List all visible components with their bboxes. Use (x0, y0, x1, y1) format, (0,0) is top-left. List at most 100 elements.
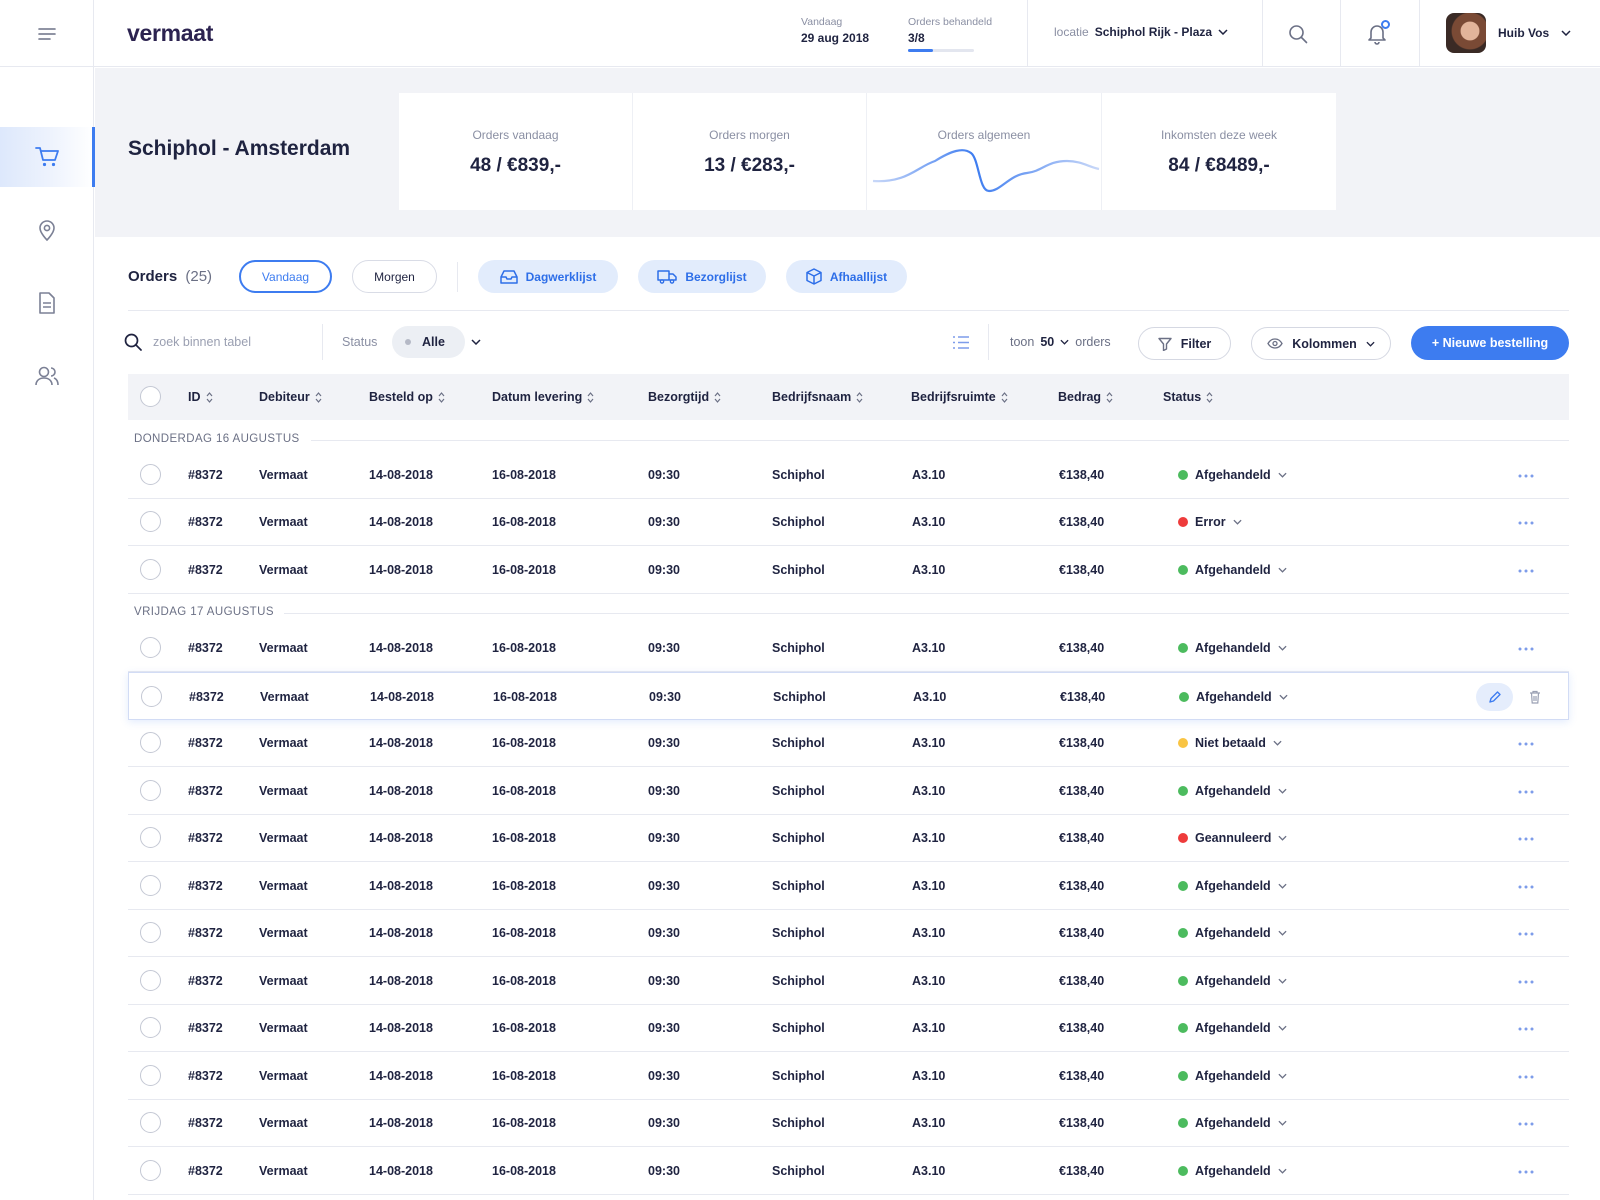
logo[interactable]: vermaat (127, 20, 213, 47)
status-dot (1178, 881, 1188, 891)
status-dropdown[interactable]: Afgehandeld (1178, 784, 1287, 798)
column-header-bedrijfsnaam[interactable]: Bedrijfsnaam (772, 390, 863, 404)
more-options-button[interactable] (1518, 781, 1534, 799)
row-checkbox[interactable] (140, 1160, 161, 1181)
column-header-bezorgtijd[interactable]: Bezorgtijd (648, 390, 721, 404)
bezorglijst-button[interactable]: Bezorglijst (638, 260, 766, 293)
status-dropdown[interactable]: Afgehandeld (1178, 1069, 1287, 1083)
column-header-bedrag[interactable]: Bedrag (1058, 390, 1113, 404)
status-dropdown[interactable]: Afgehandeld (1178, 1021, 1287, 1035)
table-row[interactable]: #8372 Vermaat 14-08-2018 16-08-2018 09:30 Sch… (128, 1004, 1569, 1052)
cell-bedrijfsruimte: A3.10 (912, 641, 946, 655)
edit-button[interactable] (1476, 683, 1513, 711)
table-row[interactable]: #8372 Vermaat 14-08-2018 16-08-2018 09:30 Sch… (128, 1099, 1569, 1147)
select-all-checkbox[interactable] (140, 386, 161, 407)
table-row[interactable]: #8372 Vermaat 14-08-2018 16-08-2018 09:30 Sch… (128, 957, 1569, 1005)
row-checkbox[interactable] (140, 637, 161, 658)
table-row[interactable]: #8372 Vermaat 14-08-2018 16-08-2018 09:30 Sch… (128, 1147, 1569, 1195)
row-checkbox[interactable] (140, 970, 161, 991)
divider (1262, 0, 1263, 67)
row-checkbox[interactable] (140, 559, 161, 580)
status-dropdown[interactable]: Afgehandeld (1178, 563, 1287, 577)
sidebar-item-documents[interactable] (0, 273, 94, 333)
more-options-button[interactable] (1518, 560, 1534, 578)
page-size-selector[interactable]: toon 50 orders (1010, 335, 1111, 349)
new-order-button[interactable]: + Nieuwe bestelling (1411, 326, 1569, 360)
filter-button[interactable]: Filter (1138, 327, 1231, 360)
column-header-bedrijfsruimte[interactable]: Bedrijfsruimte (911, 390, 1008, 404)
row-checkbox[interactable] (140, 1112, 161, 1133)
more-options-button[interactable] (1518, 876, 1534, 894)
status-dropdown[interactable]: Afgehandeld (1179, 690, 1288, 704)
column-header-status[interactable]: Status (1163, 390, 1213, 404)
status-dropdown[interactable]: Geannuleerd (1178, 831, 1287, 845)
dagwerklijst-button[interactable]: Dagwerklijst (478, 260, 618, 293)
status-filter-select[interactable]: Alle (392, 326, 465, 358)
table-row[interactable]: #8372 Vermaat 14-08-2018 16-08-2018 09:30 Sch… (128, 451, 1569, 499)
row-checkbox[interactable] (140, 922, 161, 943)
table-search[interactable]: zoek binnen tabel (124, 333, 251, 351)
table-row[interactable]: #8372 Vermaat 14-08-2018 16-08-2018 09:30 Sch… (128, 862, 1569, 910)
cell-besteld-op: 14-08-2018 (369, 879, 433, 893)
row-checkbox[interactable] (140, 732, 161, 753)
location-selector[interactable]: locatie Schiphol Rijk - Plaza (1054, 25, 1228, 39)
table-row[interactable]: #8372 Vermaat 14-08-2018 16-08-2018 09:30 Sch… (128, 767, 1569, 815)
status-dropdown[interactable]: Afgehandeld (1178, 641, 1287, 655)
status-dropdown[interactable]: Afgehandeld (1178, 974, 1287, 988)
tab-morgen[interactable]: Morgen (352, 260, 437, 293)
more-options-button[interactable] (1518, 733, 1534, 751)
kolommen-button[interactable]: Kolommen (1251, 327, 1391, 360)
status-dropdown[interactable]: Afgehandeld (1178, 879, 1287, 893)
more-options-button[interactable] (1518, 1018, 1534, 1036)
status-dropdown[interactable]: Afgehandeld (1178, 926, 1287, 940)
row-checkbox[interactable] (140, 1065, 161, 1086)
list-view-icon[interactable] (953, 336, 969, 349)
row-checkbox[interactable] (140, 780, 161, 801)
table-row[interactable]: #8372 Vermaat 14-08-2018 16-08-2018 09:30 Sch… (128, 546, 1569, 594)
table-row[interactable]: #8372 Vermaat 14-08-2018 16-08-2018 09:30 Sch… (128, 909, 1569, 957)
more-options-button[interactable] (1518, 638, 1534, 656)
more-options-button[interactable] (1518, 512, 1534, 530)
row-checkbox[interactable] (141, 686, 162, 707)
kolommen-label: Kolommen (1292, 336, 1357, 351)
status-dropdown[interactable]: Afgehandeld (1178, 468, 1287, 482)
notifications-button[interactable] (1365, 20, 1390, 46)
search-button[interactable] (1286, 22, 1310, 46)
status-dropdown[interactable]: Niet betaald (1178, 736, 1282, 750)
status-dropdown[interactable]: Afgehandeld (1178, 1164, 1287, 1178)
sidebar-item-users[interactable] (0, 346, 94, 406)
more-options-button[interactable] (1518, 1066, 1534, 1084)
sidebar-item-orders[interactable] (0, 127, 95, 187)
table-row[interactable]: #8372 Vermaat 14-08-2018 16-08-2018 09:30 Sch… (128, 624, 1569, 672)
row-checkbox[interactable] (140, 1017, 161, 1038)
column-header-besteld-op[interactable]: Besteld op (369, 390, 445, 404)
afhaallijst-button[interactable]: Afhaallijst (786, 260, 907, 293)
status-dropdown[interactable]: Error (1178, 515, 1242, 529)
more-options-button[interactable] (1518, 828, 1534, 846)
more-options-button[interactable] (1518, 1161, 1534, 1179)
column-header-id[interactable]: ID (188, 390, 213, 404)
column-header-datum-levering[interactable]: Datum levering (492, 390, 594, 404)
table-row[interactable]: #8372 Vermaat 14-08-2018 16-08-2018 09:30 Sch… (128, 719, 1569, 767)
status-dropdown[interactable]: Afgehandeld (1178, 1116, 1287, 1130)
tab-vandaag[interactable]: Vandaag (239, 260, 332, 293)
user-menu[interactable]: Huib Vos (1446, 13, 1571, 53)
more-options-button[interactable] (1518, 465, 1534, 483)
more-options-button[interactable] (1518, 923, 1534, 941)
table-row[interactable]: #8372 Vermaat 14-08-2018 16-08-2018 09:30 Sch… (128, 1052, 1569, 1100)
chevron-down-icon[interactable] (471, 339, 481, 345)
more-options-button[interactable] (1518, 1113, 1534, 1131)
row-checkbox[interactable] (140, 827, 161, 848)
sidebar-item-locations[interactable] (0, 200, 94, 260)
row-checkbox[interactable] (140, 464, 161, 485)
more-options-button[interactable] (1518, 971, 1534, 989)
table-row[interactable]: #8372 Vermaat 14-08-2018 16-08-2018 09:30 Sch… (128, 498, 1569, 546)
delete-button[interactable] (1525, 687, 1545, 707)
column-header-debiteur[interactable]: Debiteur (259, 390, 322, 404)
row-checkbox[interactable] (140, 875, 161, 896)
row-checkbox[interactable] (140, 511, 161, 532)
status-dot (1178, 833, 1188, 843)
table-row[interactable]: #8372 Vermaat 14-08-2018 16-08-2018 09:30 Sch… (128, 814, 1569, 862)
table-row[interactable]: #8372 Vermaat 14-08-2018 16-08-2018 09:30 Sch… (128, 672, 1569, 720)
menu-button[interactable] (0, 0, 94, 67)
